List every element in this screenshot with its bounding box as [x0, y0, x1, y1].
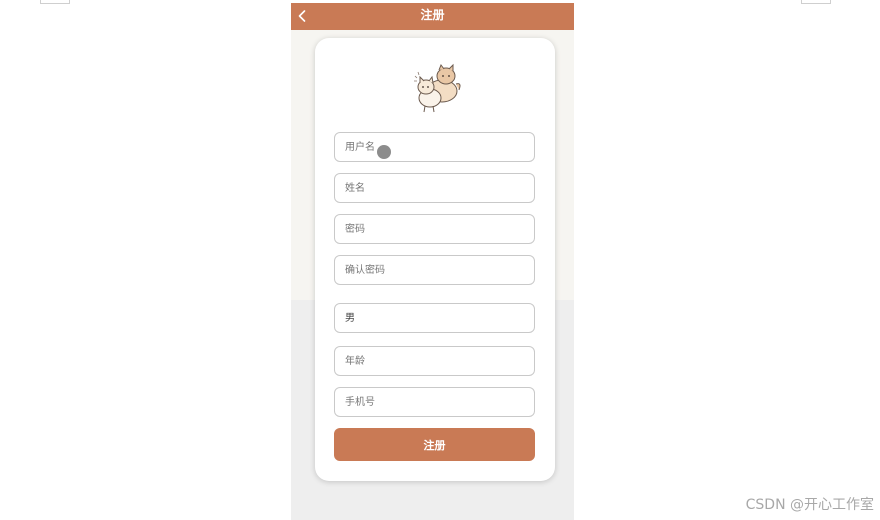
name-input[interactable]	[334, 173, 535, 203]
password-input[interactable]	[334, 214, 535, 244]
register-button[interactable]: 注册	[334, 428, 535, 461]
register-card: 男 注册	[315, 38, 555, 481]
gender-value: 男	[345, 313, 355, 324]
gender-select[interactable]: 男	[334, 303, 535, 333]
username-input[interactable]	[334, 132, 535, 162]
age-input[interactable]	[334, 346, 535, 376]
navigation-bar: 注册	[291, 3, 574, 30]
shiba-dogs-illustration	[414, 63, 461, 113]
page-title: 注册	[420, 8, 445, 22]
watermark: CSDN @开心工作室	[745, 497, 874, 513]
chevron-left-icon	[298, 10, 306, 22]
confirm-password-input[interactable]	[334, 255, 535, 285]
back-button[interactable]	[295, 3, 313, 30]
phone-input[interactable]	[334, 387, 535, 417]
corner-mark-right	[801, 0, 831, 4]
phone-screen: 注册 男	[291, 3, 574, 520]
corner-mark-left	[40, 0, 70, 4]
